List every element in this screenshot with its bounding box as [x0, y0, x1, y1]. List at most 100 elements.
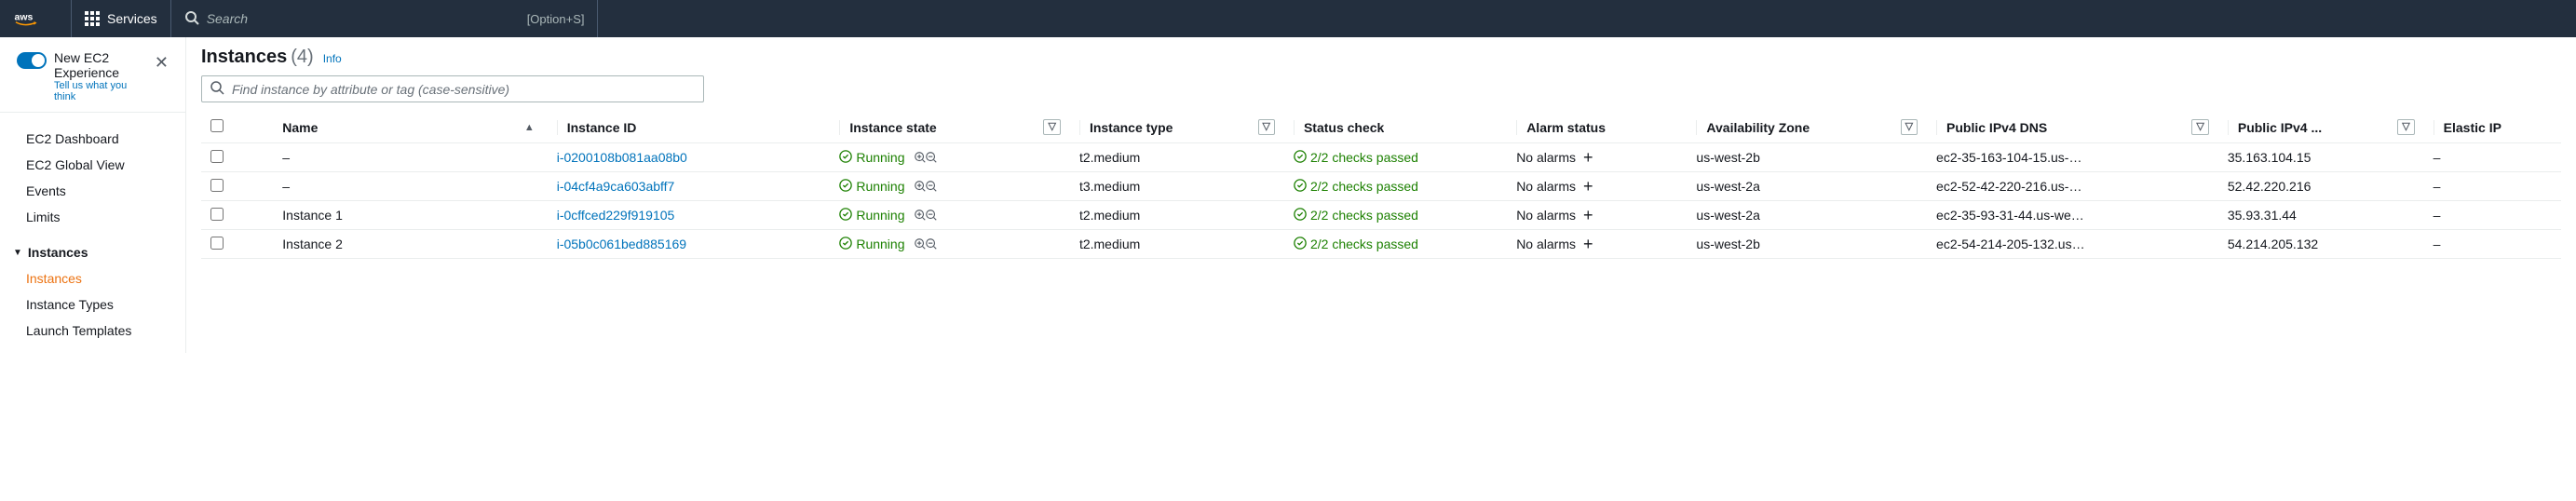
running-icon [839, 150, 852, 166]
cell-instance-id[interactable]: i-0200108b081aa08b0 [548, 143, 831, 172]
services-label: Services [107, 11, 157, 26]
status-ok-icon [1294, 150, 1307, 166]
sidebar-item-instances[interactable]: Instances [0, 265, 185, 291]
aws-logo[interactable]: aws [0, 10, 71, 27]
row-checkbox[interactable] [210, 237, 224, 250]
instance-state-actions[interactable] [914, 151, 936, 164]
filter-icon[interactable]: ▽ [1258, 119, 1275, 135]
sidebar-item-events[interactable]: Events [0, 178, 185, 204]
svg-text:aws: aws [15, 12, 34, 23]
services-button[interactable]: Services [71, 0, 171, 37]
cell-name: – [273, 172, 547, 201]
services-grid-icon [85, 11, 100, 26]
magnify-minus-icon [925, 151, 938, 164]
col-instance-id[interactable]: Instance ID [548, 112, 831, 143]
nav-separator [597, 0, 598, 37]
row-checkbox[interactable] [210, 208, 224, 221]
add-alarm-button[interactable]: + [1583, 236, 1593, 252]
table-row[interactable]: Instance 1 i-0cffced229f919105 Running t… [201, 201, 2561, 230]
new-experience-toggle[interactable] [17, 52, 47, 69]
filter-icon[interactable]: ▽ [2397, 119, 2414, 135]
sidebar: New EC2 Experience Tell us what you thin… [0, 37, 186, 353]
cell-instance-id[interactable]: i-04cf4a9ca603abff7 [548, 172, 831, 201]
cell-public-ipv4: 35.163.104.15 [2218, 143, 2424, 172]
cell-instance-state: Running [830, 143, 1070, 172]
cell-instance-id[interactable]: i-0cffced229f919105 [548, 201, 831, 230]
instance-state-actions[interactable] [914, 209, 936, 222]
cell-alarm-status: No alarms + [1507, 172, 1687, 201]
cell-instance-state: Running [830, 172, 1070, 201]
add-alarm-button[interactable]: + [1583, 207, 1593, 223]
cell-availability-zone: us-west-2a [1687, 201, 1927, 230]
cell-status-check: 2/2 checks passed [1284, 172, 1507, 201]
cell-instance-state: Running [830, 230, 1070, 259]
nav-search-input[interactable] [207, 11, 523, 26]
col-public-dns[interactable]: Public IPv4 DNS▽ [1927, 112, 2218, 143]
cell-public-ipv4: 35.93.31.44 [2218, 201, 2424, 230]
find-instance-box[interactable] [201, 75, 704, 102]
search-shortcut-hint: [Option+S] [527, 12, 585, 26]
status-ok-icon [1294, 179, 1307, 195]
cell-elastic-ip: – [2424, 172, 2561, 201]
cell-name: – [273, 143, 547, 172]
col-name[interactable]: Name▲ [273, 112, 547, 143]
row-checkbox[interactable] [210, 150, 224, 163]
col-elastic-ip[interactable]: Elastic IP [2424, 112, 2561, 143]
sidebar-item-instance-types[interactable]: Instance Types [0, 291, 185, 318]
cell-alarm-status: No alarms + [1507, 230, 1687, 259]
sort-asc-icon[interactable]: ▲ [521, 120, 538, 135]
close-icon[interactable]: ✕ [151, 50, 172, 74]
filter-icon[interactable]: ▽ [1901, 119, 1918, 135]
table-row[interactable]: Instance 2 i-05b0c061bed885169 Running t… [201, 230, 2561, 259]
col-availability-zone[interactable]: Availability Zone▽ [1687, 112, 1927, 143]
cell-instance-id[interactable]: i-05b0c061bed885169 [548, 230, 831, 259]
filter-icon[interactable]: ▽ [1043, 119, 1060, 135]
cell-instance-state: Running [830, 201, 1070, 230]
col-status-check[interactable]: Status check [1284, 112, 1507, 143]
sidebar-item-limits[interactable]: Limits [0, 204, 185, 230]
cell-instance-type: t2.medium [1070, 143, 1284, 172]
cell-alarm-status: No alarms + [1507, 143, 1687, 172]
cell-name: Instance 1 [273, 201, 547, 230]
col-select-all[interactable] [201, 112, 273, 143]
instances-table: Name▲ Instance ID Instance state▽ Instan… [201, 112, 2561, 259]
add-alarm-button[interactable]: + [1583, 149, 1593, 166]
find-instance-input[interactable] [232, 82, 696, 97]
instance-state-actions[interactable] [914, 180, 936, 193]
row-checkbox[interactable] [210, 179, 224, 192]
cell-public-ipv4: 52.42.220.216 [2218, 172, 2424, 201]
col-public-ipv4[interactable]: Public IPv4 ...▽ [2218, 112, 2424, 143]
running-icon [839, 208, 852, 223]
running-icon [839, 179, 852, 195]
col-alarm-status[interactable]: Alarm status [1507, 112, 1687, 143]
cell-name: Instance 2 [273, 230, 547, 259]
top-nav: aws Services [Option+S] [0, 0, 2576, 37]
info-link[interactable]: Info [323, 52, 342, 65]
table-row[interactable]: – i-04cf4a9ca603abff7 Running t3.medium [201, 172, 2561, 201]
search-icon [210, 80, 224, 98]
add-alarm-button[interactable]: + [1583, 178, 1593, 195]
select-all-checkbox[interactable] [210, 119, 224, 132]
instance-state-actions[interactable] [914, 237, 936, 250]
col-instance-type[interactable]: Instance type▽ [1070, 112, 1284, 143]
sidebar-item-launch-templates[interactable]: Launch Templates [0, 318, 185, 344]
filter-icon[interactable]: ▽ [2191, 119, 2208, 135]
table-row[interactable]: – i-0200108b081aa08b0 Running t2.medium [201, 143, 2561, 172]
sidebar-item-ec2-global-view[interactable]: EC2 Global View [0, 152, 185, 178]
status-ok-icon [1294, 208, 1307, 223]
cell-availability-zone: us-west-2a [1687, 172, 1927, 201]
cell-status-check: 2/2 checks passed [1284, 143, 1507, 172]
sidebar-section-label: Instances [28, 245, 88, 260]
cell-alarm-status: No alarms + [1507, 201, 1687, 230]
cell-public-dns: ec2-35-163-104-15.us-… [1927, 143, 2218, 172]
new-experience-feedback-link[interactable]: Tell us what you think [54, 80, 151, 102]
cell-status-check: 2/2 checks passed [1284, 201, 1507, 230]
cell-instance-type: t2.medium [1070, 201, 1284, 230]
sidebar-section-instances[interactable]: ▼ Instances [0, 239, 185, 265]
nav-search[interactable]: [Option+S] [171, 10, 598, 28]
cell-instance-type: t2.medium [1070, 230, 1284, 259]
col-instance-state[interactable]: Instance state▽ [830, 112, 1070, 143]
new-experience-banner: New EC2 Experience Tell us what you thin… [0, 37, 185, 113]
sidebar-item-ec2-dashboard[interactable]: EC2 Dashboard [0, 126, 185, 152]
magnify-minus-icon [925, 180, 938, 193]
